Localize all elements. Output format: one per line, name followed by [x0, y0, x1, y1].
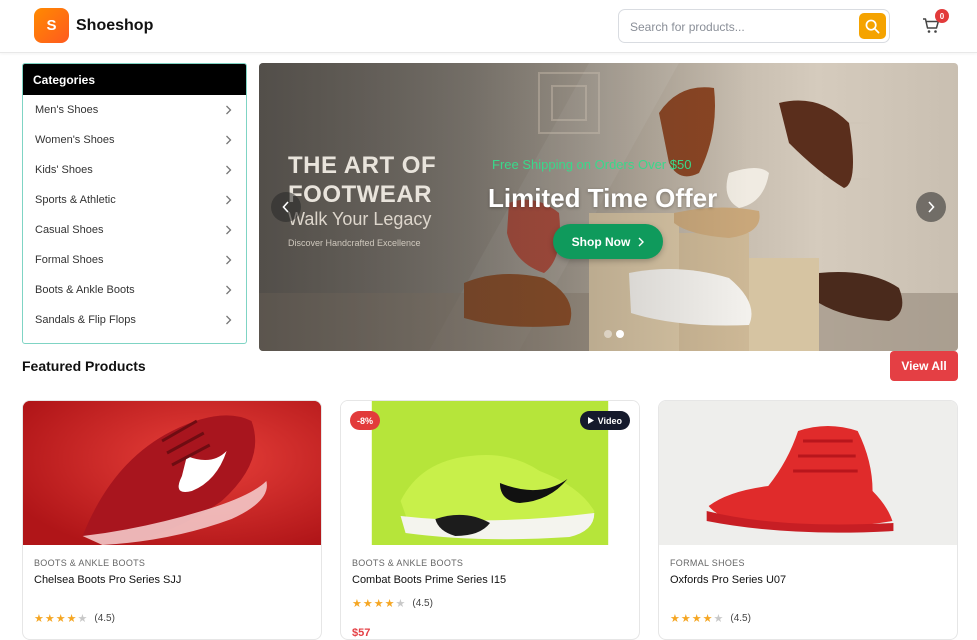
- product-name: Combat Boots Prime Series I15: [352, 574, 507, 586]
- star-icon: ★: [670, 613, 680, 625]
- product-name: Oxfords Pro Series U07: [670, 574, 787, 586]
- chevron-right-icon: [226, 135, 232, 145]
- brand-name: Shoeshop: [76, 16, 154, 34]
- site-header: S Shoeshop 0: [0, 0, 977, 53]
- shop-now-button[interactable]: Shop Now: [553, 224, 663, 259]
- rating-value: (4.5): [94, 613, 115, 624]
- categories-panel: Categories Men's Shoes Women's Shoes Kid…: [22, 63, 247, 344]
- category-label: Women's Shoes: [35, 134, 115, 146]
- chevron-right-icon: [226, 225, 232, 235]
- product-name: Chelsea Boots Pro Series SJJ: [34, 574, 182, 586]
- chevron-right-icon: [226, 195, 232, 205]
- category-label: Men's Shoes: [35, 104, 99, 116]
- chevron-right-icon: [226, 105, 232, 115]
- hero-promo-text: Free Shipping on Orders Over $50: [492, 157, 692, 172]
- rating-value: (4.5): [412, 598, 433, 609]
- star-icon: ★: [55, 613, 66, 625]
- category-item-sports[interactable]: Sports & Athletic: [23, 185, 246, 215]
- category-item-sandals[interactable]: Sandals & Flip Flops: [23, 305, 246, 335]
- star-icon: ★: [362, 598, 373, 610]
- chevron-right-icon: [226, 315, 232, 325]
- star-icon: ★: [34, 613, 44, 625]
- logo-mark: S: [34, 8, 69, 43]
- product-category: FORMAL SHOES: [670, 558, 745, 568]
- product-category: BOOTS & ANKLE BOOTS: [352, 558, 464, 568]
- product-rating: ★ ★ ★ ★ ★ (4.5): [352, 597, 433, 610]
- logo[interactable]: S Shoeshop: [34, 8, 153, 43]
- category-label: Formal Shoes: [35, 254, 104, 266]
- category-item-womens[interactable]: Women's Shoes: [23, 125, 246, 155]
- discount-badge: -8%: [350, 411, 381, 430]
- search-icon: [865, 19, 880, 33]
- star-icon: ★: [66, 613, 77, 625]
- product-card[interactable]: BOOTS & ANKLE BOOTS Chelsea Boots Pro Se…: [22, 400, 322, 640]
- star-icon: ★: [77, 613, 88, 625]
- category-item-mens[interactable]: Men's Shoes: [23, 95, 246, 125]
- chevron-right-icon: [226, 165, 232, 175]
- product-image-red-high-top-sneaker: [659, 401, 957, 545]
- category-item-boots[interactable]: Boots & Ankle Boots: [23, 275, 246, 305]
- star-icon: ★: [373, 598, 384, 610]
- video-label: Video: [597, 415, 622, 426]
- shop-now-label: Shop Now: [571, 234, 631, 249]
- category-label: Sandals & Flip Flops: [35, 314, 136, 326]
- categories-title: Categories: [23, 64, 246, 95]
- featured-title: Featured Products: [22, 358, 146, 374]
- view-all-button[interactable]: View All: [890, 351, 958, 381]
- category-item-formal[interactable]: Formal Shoes: [23, 245, 246, 275]
- product-rating: ★ ★ ★ ★ ★ (4.5): [34, 612, 115, 625]
- category-label: Boots & Ankle Boots: [35, 284, 135, 296]
- chevron-right-icon: [226, 255, 232, 265]
- product-card[interactable]: -8% Video BOOTS & ANKLE BOOTS Combat Boo…: [340, 400, 640, 640]
- chevron-right-icon: [638, 237, 645, 246]
- video-badge[interactable]: Video: [579, 411, 630, 430]
- star-icon: ★: [680, 613, 691, 625]
- hero-headline: Limited Time Offer: [488, 183, 718, 213]
- cart-count-badge: 0: [935, 9, 949, 23]
- search-input[interactable]: [630, 18, 850, 36]
- search-button[interactable]: [859, 13, 886, 39]
- category-label: Casual Shoes: [35, 224, 104, 236]
- carousel-prev-button[interactable]: [271, 192, 301, 222]
- category-item-casual[interactable]: Casual Shoes: [23, 215, 246, 245]
- star-icon: ★: [691, 613, 702, 625]
- carousel-dot[interactable]: [604, 330, 612, 338]
- hero-art-tagline: Discover Handcrafted Excellence: [288, 238, 421, 248]
- carousel-dot-active[interactable]: [616, 330, 624, 338]
- category-label: Kids' Shoes: [35, 164, 93, 176]
- chevron-right-icon: [226, 285, 232, 295]
- product-rating: ★ ★ ★ ★ ★ (4.5): [670, 612, 751, 625]
- rating-value: (4.5): [730, 613, 751, 624]
- product-card[interactable]: FORMAL SHOES Oxfords Pro Series U07 ★ ★ ★ ★…: [658, 400, 958, 640]
- product-image-red-running-shoe: [23, 401, 321, 545]
- hero-banner: THE ART OF FOOTWEAR Walk Your Legacy Dis…: [259, 63, 958, 351]
- category-item-kids[interactable]: Kids' Shoes: [23, 155, 246, 185]
- star-icon: ★: [395, 598, 406, 610]
- category-label: Sports & Athletic: [35, 194, 116, 206]
- play-icon: [587, 417, 594, 424]
- search-bar: [618, 9, 890, 43]
- star-icon: ★: [352, 598, 362, 610]
- star-icon: ★: [384, 598, 395, 610]
- chevron-right-icon: [928, 201, 935, 213]
- star-icon: ★: [44, 613, 55, 625]
- hero-art-subtitle: Walk Your Legacy: [288, 209, 432, 229]
- carousel-next-button[interactable]: [916, 192, 946, 222]
- chevron-left-icon: [282, 201, 289, 213]
- hero-art-title: THE ART OF FOOTWEAR: [288, 152, 437, 208]
- product-category: BOOTS & ANKLE BOOTS: [34, 558, 146, 568]
- star-icon: ★: [702, 613, 713, 625]
- star-icon: ★: [713, 613, 724, 625]
